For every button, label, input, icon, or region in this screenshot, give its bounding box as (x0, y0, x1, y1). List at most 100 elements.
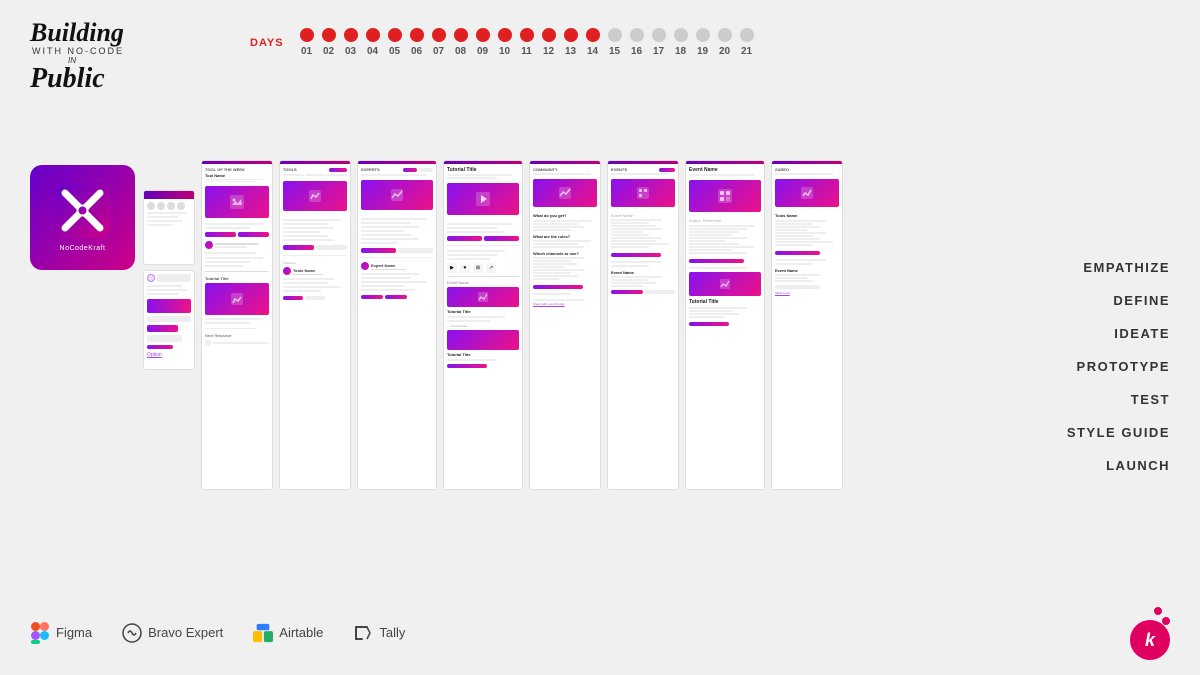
day-dot-11 (520, 28, 534, 42)
day-dot-17 (652, 28, 666, 42)
day-dot-06 (410, 28, 424, 42)
tally-label: Tally (379, 625, 405, 640)
day-num-16: 16 (631, 46, 642, 57)
day-num-04: 04 (367, 46, 378, 57)
tally-icon (353, 623, 373, 643)
wireframe-small-1 (143, 190, 195, 265)
phase-define: DEFINE (1067, 293, 1170, 308)
day-dot-13 (564, 28, 578, 42)
kraft-dot-1 (1154, 607, 1162, 615)
day-dot-19 (696, 28, 710, 42)
day-item-10: 10 (498, 28, 512, 57)
day-num-03: 03 (345, 46, 356, 57)
phase-test: TEST (1067, 392, 1170, 407)
day-num-02: 02 (323, 46, 334, 57)
day-dot-07 (432, 28, 446, 42)
day-item-17: 17 (652, 28, 666, 57)
day-item-05: 05 (388, 28, 402, 57)
day-dot-21 (740, 28, 754, 42)
phase-empathize: EMPATHIZE (1067, 260, 1170, 275)
main-content: NoCodeKraft (30, 155, 1040, 605)
screen-2: TOOLS (279, 160, 351, 490)
phase-ideate: IDEATE (1067, 326, 1170, 341)
day-num-20: 20 (719, 46, 730, 57)
day-num-10: 10 (499, 46, 510, 57)
screen-8: ZAREO Tools Name Event Name (771, 160, 843, 490)
day-item-12: 12 (542, 28, 556, 57)
day-dot-12 (542, 28, 556, 42)
day-item-11: 11 (520, 28, 534, 57)
design-phases: EMPATHIZE DEFINE IDEATE PROTOTYPE TEST STYLE … (1067, 260, 1170, 473)
day-num-09: 09 (477, 46, 488, 57)
day-num-12: 12 (543, 46, 554, 57)
day-num-17: 17 (653, 46, 664, 57)
day-item-16: 16 (630, 28, 644, 57)
day-item-06: 06 (410, 28, 424, 57)
day-dot-14 (586, 28, 600, 42)
day-num-07: 07 (433, 46, 444, 57)
day-dot-04 (366, 28, 380, 42)
day-item-18: 18 (674, 28, 688, 57)
nocodekraft-logo: NoCodeKraft (30, 165, 135, 270)
day-num-06: 06 (411, 46, 422, 57)
kraft-dot-2 (1162, 617, 1170, 625)
tool-figma: Figma (30, 623, 92, 643)
day-num-14: 14 (587, 46, 598, 57)
day-num-15: 15 (609, 46, 620, 57)
day-item-14: 14 (586, 28, 600, 57)
day-dot-03 (344, 28, 358, 42)
day-num-05: 05 (389, 46, 400, 57)
day-item-01: 01 (300, 28, 314, 57)
day-dot-16 (630, 28, 644, 42)
phase-prototype: PROTOTYPE (1067, 359, 1170, 374)
title-with: WITH NO-CODE (32, 46, 210, 56)
screen-3: EXPERTS (357, 160, 437, 490)
day-item-03: 03 (344, 28, 358, 57)
phase-style-guide: STYLE GUIDE (1067, 425, 1170, 440)
tool-airtable: Airtable (253, 623, 323, 643)
kraft-k-letter: k (1145, 630, 1155, 651)
small-wireframes: Option (143, 190, 195, 370)
screen-1: TOOL OF THE WEEK Tool Name (201, 160, 273, 490)
day-dot-08 (454, 28, 468, 42)
days-tracker: DAYS 01 02 03 04 05 06 07 08 09 10 11 12 13 14 15 16 17 1… (250, 28, 758, 57)
screen-7: Event Name Author, Reference (685, 160, 765, 490)
screen-6: EVENTS Event Name (607, 160, 679, 490)
day-num-01: 01 (301, 46, 312, 57)
header: Building WITH NO-CODE IN Public DAYS 010… (30, 20, 1170, 99)
day-dot-18 (674, 28, 688, 42)
day-item-20: 20 (718, 28, 732, 57)
figma-icon (30, 623, 50, 643)
day-num-18: 18 (675, 46, 686, 57)
day-dot-05 (388, 28, 402, 42)
title-building: Building (30, 20, 210, 46)
airtable-label: Airtable (279, 625, 323, 640)
day-dot-10 (498, 28, 512, 42)
footer-tools: Figma Bravo Expert Airtable (30, 623, 405, 643)
phase-launch: LAUNCH (1067, 458, 1170, 473)
day-item-21: 21 (740, 28, 754, 57)
day-dot-20 (718, 28, 732, 42)
tool-tally: Tally (353, 623, 405, 643)
days-label: DAYS (250, 37, 284, 49)
wireframe-small-2: Option (143, 270, 195, 370)
day-num-11: 11 (521, 46, 532, 57)
day-dot-15 (608, 28, 622, 42)
kraft-logo: k (1115, 605, 1170, 660)
day-item-19: 19 (696, 28, 710, 57)
figma-label: Figma (56, 625, 92, 640)
day-item-07: 07 (432, 28, 446, 57)
brand-title: Building WITH NO-CODE IN Public (30, 20, 210, 99)
day-item-15: 15 (608, 28, 622, 57)
title-public: Public (30, 65, 210, 93)
day-dot-01 (300, 28, 314, 42)
logo-text: NoCodeKraft (55, 245, 110, 252)
kraft-circle: k (1130, 620, 1170, 660)
days-dots: 01 02 03 04 05 06 07 08 09 10 11 12 13 14 15 16 17 18 19 20… (296, 28, 758, 57)
screens-area: Option TOOL OF THE WEEK Tool Name (143, 155, 1040, 490)
screen-4: Tutorial Title ▶ (443, 160, 523, 490)
day-num-13: 13 (565, 46, 576, 57)
screen-5: COMMUNITY What do you get? What are the … (529, 160, 601, 490)
day-num-08: 08 (455, 46, 466, 57)
day-item-13: 13 (564, 28, 578, 57)
